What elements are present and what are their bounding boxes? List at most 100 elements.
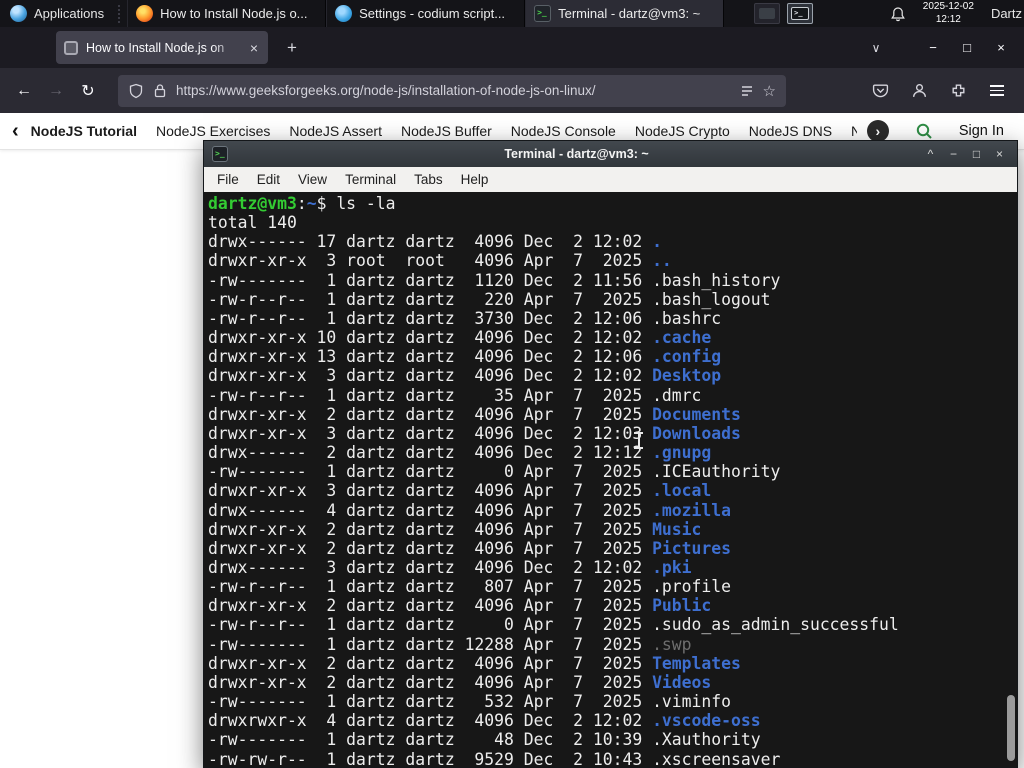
terminal-menu-help[interactable]: Help (452, 172, 498, 187)
terminal-ls-line: drwxr-xr-x 13 dartz dartz 4096 Dec 2 12:… (208, 347, 722, 367)
terminal-titlebar[interactable]: Terminal - dartz@vm3: ~ ^ − □ × (204, 141, 1017, 167)
menu-icon[interactable] (982, 76, 1012, 106)
terminal-ls-line: drwxr-xr-x 3 dartz dartz 4096 Dec 2 12:0… (208, 423, 741, 443)
nav-item-nodejs-exercises[interactable]: NodeJS Exercises (156, 123, 270, 139)
terminal-menu-tabs[interactable]: Tabs (405, 172, 452, 187)
tab-close-icon[interactable]: × (248, 40, 260, 56)
taskbar-item-terminal[interactable]: Terminal - dartz@vm3: ~ (525, 0, 725, 27)
clock-date: 2025-12-02 (922, 1, 974, 12)
site-nav-items: NodeJS Tutorial NodeJS Exercises NodeJS As… (31, 123, 885, 139)
sign-in-button[interactable]: Sign In (959, 123, 1004, 139)
terminal-scrollbar[interactable] (1007, 695, 1015, 761)
ls-entry-name: .mozilla (652, 500, 732, 520)
ls-entry-name: .cache (652, 328, 712, 348)
tray-window-button[interactable] (754, 3, 781, 24)
ls-entry-name: Music (652, 519, 702, 539)
mouse-cursor (634, 432, 643, 449)
list-tabs-button[interactable]: ∨ (862, 41, 890, 55)
codium-icon (335, 5, 353, 22)
nav-scroll-right-icon[interactable]: › (866, 120, 889, 142)
nav-scroll-left-icon[interactable]: ‹ (12, 121, 19, 141)
extensions-icon[interactable] (943, 76, 973, 106)
ls-entry-name: .. (652, 251, 672, 271)
window-preview-icon (759, 8, 776, 19)
terminal-minimize-button[interactable]: − (942, 147, 965, 161)
account-icon[interactable] (904, 76, 934, 106)
ls-entry-name: .bash_logout (652, 289, 771, 309)
nav-item-nodejs-dns[interactable]: NodeJS DNS (749, 123, 832, 139)
panel-separator (118, 4, 123, 23)
reload-button[interactable]: ↻ (72, 75, 104, 107)
ls-entry-name: Desktop (652, 366, 722, 386)
terminal-menubar: File Edit View Terminal Tabs Help (204, 167, 1017, 192)
pocket-icon[interactable] (865, 76, 895, 106)
terminal-preview-icon (791, 7, 810, 20)
lock-icon[interactable] (153, 83, 167, 98)
search-icon[interactable] (915, 122, 933, 140)
applications-label: Applications (34, 6, 105, 21)
terminal-ls-line: drwxr-xr-x 2 dartz dartz 4096 Apr 7 2025… (208, 596, 712, 616)
url-text[interactable]: https://www.geeksforgeeks.org/node-js/in… (176, 83, 731, 98)
terminal-shade-button[interactable]: ^ (919, 147, 942, 161)
tray-terminal-button[interactable] (787, 3, 814, 24)
nav-item-nodejs-assert[interactable]: NodeJS Assert (289, 123, 382, 139)
prompt-path: ~ (306, 194, 317, 213)
forward-button[interactable]: → (40, 75, 72, 107)
terminal-ls-line: drwxr-xr-x 2 dartz dartz 4096 Apr 7 2025… (208, 519, 702, 539)
back-button[interactable]: ← (8, 75, 40, 107)
chevron-right-glyph: › (875, 123, 881, 139)
terminal-content[interactable]: dartz@vm3:~$ ls -la total 140 drwx------… (204, 192, 1017, 767)
terminal-ls-line: -rw-r--r-- 1 dartz dartz 35 Apr 7 2025 .… (208, 385, 702, 405)
user-label[interactable]: Dartz (991, 6, 1022, 21)
tracking-shield-icon[interactable] (128, 83, 144, 99)
url-bar[interactable]: https://www.geeksforgeeks.org/node-js/in… (118, 74, 786, 107)
ls-entry-name: Downloads (652, 423, 741, 443)
ls-entry-name: .bash_history (652, 270, 781, 290)
nav-item-nodejs-console[interactable]: NodeJS Console (511, 123, 616, 139)
browser-close-button[interactable]: × (984, 40, 1018, 55)
browser-maximize-button[interactable]: □ (950, 40, 984, 55)
terminal-menu-file[interactable]: File (208, 172, 248, 187)
terminal-ls-line: -rw-r--r-- 1 dartz dartz 807 Apr 7 2025 … (208, 577, 732, 597)
browser-nav-toolbar: ← → ↻ https://www.geeksforgeeks.org/node… (0, 68, 1024, 113)
terminal-output: drwx------ 17 dartz dartz 4096 Dec 2 12:… (208, 232, 1017, 767)
taskbar-item-codium[interactable]: Settings - codium script... (326, 0, 526, 27)
prompt-user-host: dartz@vm3 (208, 194, 297, 213)
terminal-ls-line: -rw-r--r-- 1 dartz dartz 3730 Dec 2 12:0… (208, 308, 722, 328)
terminal-ls-line: drwxr-xr-x 10 dartz dartz 4096 Dec 2 12:… (208, 328, 712, 348)
terminal-window: Terminal - dartz@vm3: ~ ^ − □ × FileEdit… (203, 140, 1018, 768)
notification-bell-icon[interactable] (890, 6, 906, 22)
ls-entry-name: .ICEauthority (652, 462, 781, 482)
terminal-ls-line: -rw------- 1 dartz dartz 48 Dec 2 10:39 … (208, 730, 761, 750)
applications-menu-button[interactable]: Applications (0, 0, 114, 27)
nav-item-nodejs-buffer[interactable]: NodeJS Buffer (401, 123, 492, 139)
prompt-separator: : (296, 194, 307, 213)
new-tab-button[interactable]: + (278, 34, 306, 62)
ls-entry-name: .bashrc (652, 308, 722, 328)
taskbar-item-label: How to Install Node.js o... (160, 6, 308, 21)
terminal-prompt-line: dartz@vm3:~$ ls -la (208, 194, 1017, 213)
terminal-ls-line: -rw-r--r-- 1 dartz dartz 220 Apr 7 2025 … (208, 289, 771, 309)
terminal-ls-line: drwx------ 17 dartz dartz 4096 Dec 2 12:… (208, 232, 662, 252)
tab-title: How to Install Node.js on (86, 40, 225, 55)
terminal-menu-view[interactable]: View (289, 172, 336, 187)
bookmark-star-icon[interactable]: ☆ (763, 82, 776, 100)
reader-view-icon[interactable] (740, 84, 754, 98)
terminal-ls-line: drwxr-xr-x 3 dartz dartz 4096 Dec 2 12:0… (208, 366, 722, 386)
ls-entry-name: .xscreensaver (652, 749, 781, 767)
browser-tab[interactable]: How to Install Node.js on × (56, 31, 268, 64)
clock[interactable]: 2025-12-02 12:12 (923, 1, 974, 26)
taskbar-item-firefox[interactable]: How to Install Node.js o... (127, 0, 327, 27)
terminal-ls-line: -rw-r--r-- 1 dartz dartz 0 Apr 7 2025 .s… (208, 615, 899, 635)
terminal-ls-line: drwxr-xr-x 2 dartz dartz 4096 Apr 7 2025… (208, 653, 741, 673)
browser-minimize-button[interactable]: − (916, 40, 950, 55)
nav-item-nodejs-crypto[interactable]: NodeJS Crypto (635, 123, 730, 139)
ls-entry-name: .pki (652, 557, 692, 577)
nav-item-nodejs-tutorial[interactable]: NodeJS Tutorial (31, 123, 137, 139)
terminal-app-icon (212, 146, 228, 162)
terminal-close-button[interactable]: × (988, 147, 1011, 161)
browser-tab-bar: How to Install Node.js on × + ∨ − □ × (0, 27, 1024, 68)
terminal-maximize-button[interactable]: □ (965, 147, 988, 161)
terminal-menu-edit[interactable]: Edit (248, 172, 289, 187)
terminal-menu-terminal[interactable]: Terminal (336, 172, 405, 187)
